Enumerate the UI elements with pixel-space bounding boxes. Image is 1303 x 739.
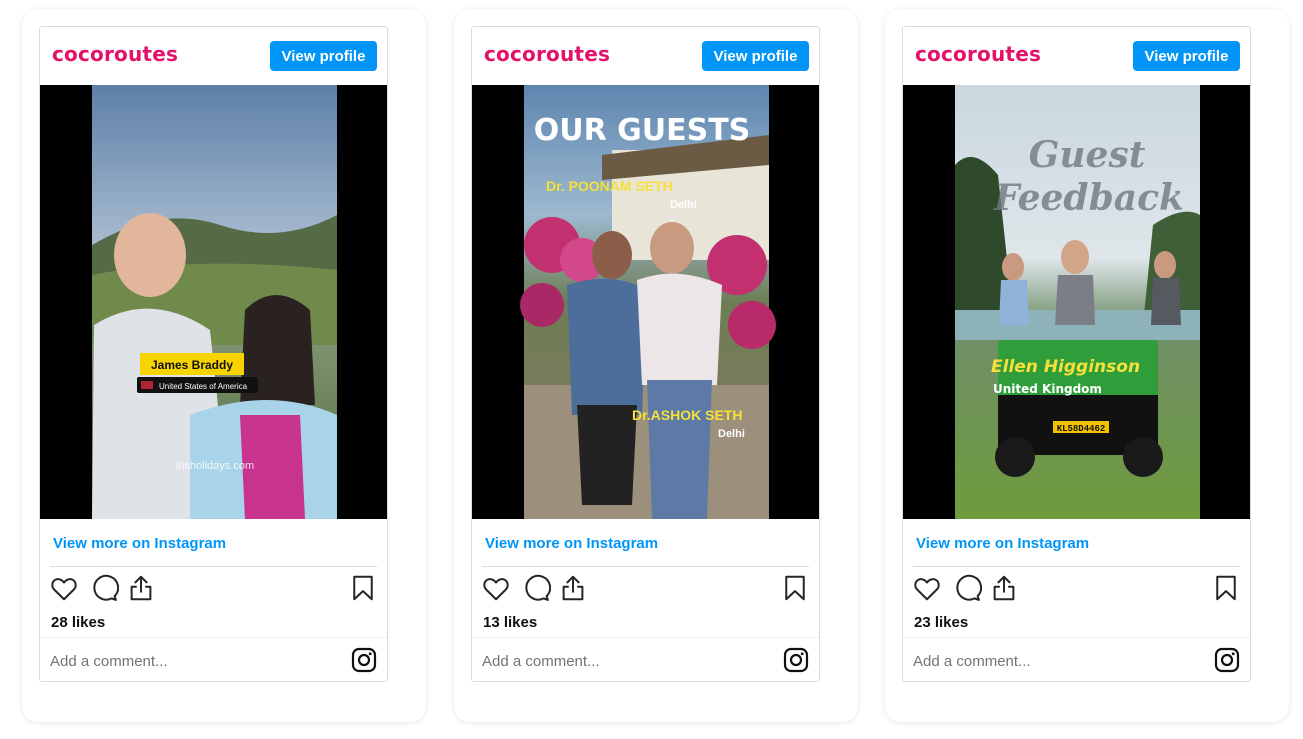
view-profile-button[interactable]: View profile	[702, 41, 809, 71]
embed-header: cocoroutes View profile	[903, 27, 1250, 85]
divider	[913, 566, 1240, 567]
brand-name: cocoroutes	[52, 42, 179, 66]
guest-country-label: United States of America	[159, 382, 248, 391]
brand-name: cocoroutes	[915, 42, 1042, 66]
instagram-embed-card-1: cocoroutes View profile James Braddy Uni…	[22, 9, 426, 722]
heart-icon[interactable]	[912, 573, 942, 605]
instagram-logo-icon[interactable]	[1214, 647, 1240, 673]
divider	[903, 637, 1250, 638]
comment-input[interactable]	[50, 647, 330, 675]
view-more-link[interactable]: View more on Instagram	[485, 535, 658, 552]
instagram-embed: cocoroutes View profile	[39, 26, 388, 682]
instagram-embed-card-3: cocoroutes View profile Guest Feedback E…	[885, 9, 1289, 722]
comment-input[interactable]	[913, 647, 1193, 675]
heart-icon[interactable]	[49, 573, 79, 605]
instagram-embed: cocoroutes View profile	[471, 26, 820, 682]
guest2-city: Delhi	[718, 428, 745, 440]
action-bar	[40, 573, 387, 609]
instagram-logo-icon[interactable]	[351, 647, 377, 673]
comment-icon[interactable]	[952, 573, 983, 605]
view-profile-button[interactable]: View profile	[270, 41, 377, 71]
watermark-text: irisholidays.com	[176, 460, 254, 472]
guest1-name: Dr. POONAM SETH	[546, 178, 673, 194]
share-icon[interactable]	[558, 573, 588, 605]
action-bar	[903, 573, 1250, 609]
post-video[interactable]: James Braddy United States of America ir…	[40, 85, 387, 519]
heading-text: OUR GUESTS	[534, 113, 751, 148]
instagram-embed: cocoroutes View profile	[902, 26, 1251, 682]
share-icon[interactable]	[989, 573, 1019, 605]
comment-icon[interactable]	[89, 573, 120, 605]
divider	[50, 566, 377, 567]
comment-input[interactable]	[482, 647, 762, 675]
post-video[interactable]: Guest Feedback Ellen Higginson United Ki…	[903, 85, 1250, 519]
instagram-embed-card-2: cocoroutes View profile OUR GUESTS Dr. P…	[454, 9, 858, 722]
number-plate: KL58D4462	[1057, 424, 1106, 434]
action-bar	[472, 573, 819, 609]
embed-header: cocoroutes View profile	[472, 27, 819, 85]
guest-name-label: Ellen Higginson	[991, 357, 1140, 377]
share-icon[interactable]	[126, 573, 156, 605]
guest-name-label: James Braddy	[151, 358, 233, 372]
divider	[482, 566, 809, 567]
heart-icon[interactable]	[481, 573, 511, 605]
bookmark-icon[interactable]	[1211, 573, 1241, 605]
guest-country-label: United Kingdom	[993, 382, 1102, 396]
heading-line1: Guest	[1029, 134, 1146, 176]
view-profile-button[interactable]: View profile	[1133, 41, 1240, 71]
divider	[472, 637, 819, 638]
comment-icon[interactable]	[521, 573, 552, 605]
view-more-link[interactable]: View more on Instagram	[53, 535, 226, 552]
brand-name: cocoroutes	[484, 42, 611, 66]
bookmark-icon[interactable]	[348, 573, 378, 605]
heading-line2: Feedback	[993, 177, 1184, 219]
likes-count: 28 likes	[51, 614, 106, 631]
instagram-logo-icon[interactable]	[783, 647, 809, 673]
guest1-city: Delhi	[670, 199, 697, 211]
likes-count: 23 likes	[914, 614, 969, 631]
divider	[40, 637, 387, 638]
likes-count: 13 likes	[483, 614, 538, 631]
embed-header: cocoroutes View profile	[40, 27, 387, 85]
bookmark-icon[interactable]	[780, 573, 810, 605]
post-video[interactable]: OUR GUESTS Dr. POONAM SETH Delhi Dr.ASHO…	[472, 85, 819, 519]
guest2-name: Dr.ASHOK SETH	[632, 407, 742, 423]
view-more-link[interactable]: View more on Instagram	[916, 535, 1089, 552]
